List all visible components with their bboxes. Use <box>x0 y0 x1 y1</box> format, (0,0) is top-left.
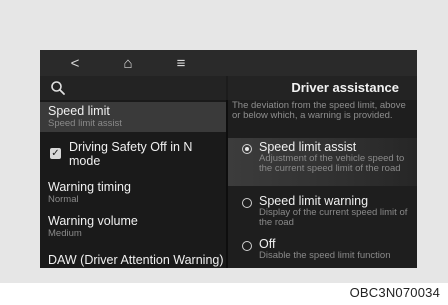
menu-item-label: Warning volume <box>48 214 138 228</box>
menu-item-warning-volume[interactable]: Warning volume Medium <box>40 214 226 242</box>
option-label: Off <box>259 237 276 251</box>
search-icon[interactable] <box>50 80 66 96</box>
option-speed-limit-warning[interactable]: Speed limit warning Display of the curre… <box>228 194 417 228</box>
option-sub: Disable the speed limit function <box>259 250 391 261</box>
option-description: The deviation from the speed limit, abov… <box>232 100 406 121</box>
page-title: Driver assistance <box>291 80 399 95</box>
infotainment-screen: < ⌂ ≡ Driver assistance Speed limit Spee… <box>40 50 417 268</box>
option-label: Speed limit warning <box>259 194 369 208</box>
figure-caption: OBC3N070034 <box>349 285 440 300</box>
menu-item-label: DAW (Driver Attention Warning) <box>48 253 224 267</box>
option-label: Speed limit assist <box>259 140 357 154</box>
menu-item-sub: Normal <box>48 194 79 205</box>
radio-unselected-icon[interactable] <box>242 198 252 208</box>
search-bar <box>40 76 226 100</box>
option-panel: The deviation from the speed limit, abov… <box>228 100 417 268</box>
menu-item-label: Driving Safety Off in N mode <box>69 140 193 168</box>
radio-selected-icon[interactable] <box>242 144 252 154</box>
checkbox-checked-icon[interactable]: ✓ <box>50 148 61 159</box>
radio-unselected-icon[interactable] <box>242 241 252 251</box>
option-off[interactable]: Off Disable the speed limit function <box>228 237 417 267</box>
settings-menu: Speed limit Speed limit assist ✓ Driving… <box>40 100 226 268</box>
menu-item-sub: Speed limit assist <box>48 118 122 129</box>
figure-frame: < ⌂ ≡ Driver assistance Speed limit Spee… <box>0 0 448 283</box>
top-nav-bar: < ⌂ ≡ <box>40 50 417 76</box>
option-sub: Adjustment of the vehicle speed to the c… <box>259 153 405 174</box>
menu-item-sub: Medium <box>48 228 82 239</box>
menu-item-label: Speed limit <box>48 104 110 118</box>
option-speed-limit-assist[interactable]: Speed limit assist Adjustment of the veh… <box>228 138 417 186</box>
menu-item-daw[interactable]: DAW (Driver Attention Warning) <box>40 253 226 268</box>
home-icon[interactable]: ⌂ <box>115 53 141 73</box>
menu-item-driving-safety-off[interactable]: ✓ Driving Safety Off in N mode <box>40 140 226 170</box>
menu-item-speed-limit[interactable]: Speed limit Speed limit assist <box>40 102 226 132</box>
menu-icon[interactable]: ≡ <box>168 53 194 73</box>
back-icon[interactable]: < <box>62 53 88 73</box>
option-sub: Display of the current speed limit of th… <box>259 207 408 228</box>
menu-item-warning-timing[interactable]: Warning timing Normal <box>40 180 226 208</box>
menu-item-label: Warning timing <box>48 180 131 194</box>
